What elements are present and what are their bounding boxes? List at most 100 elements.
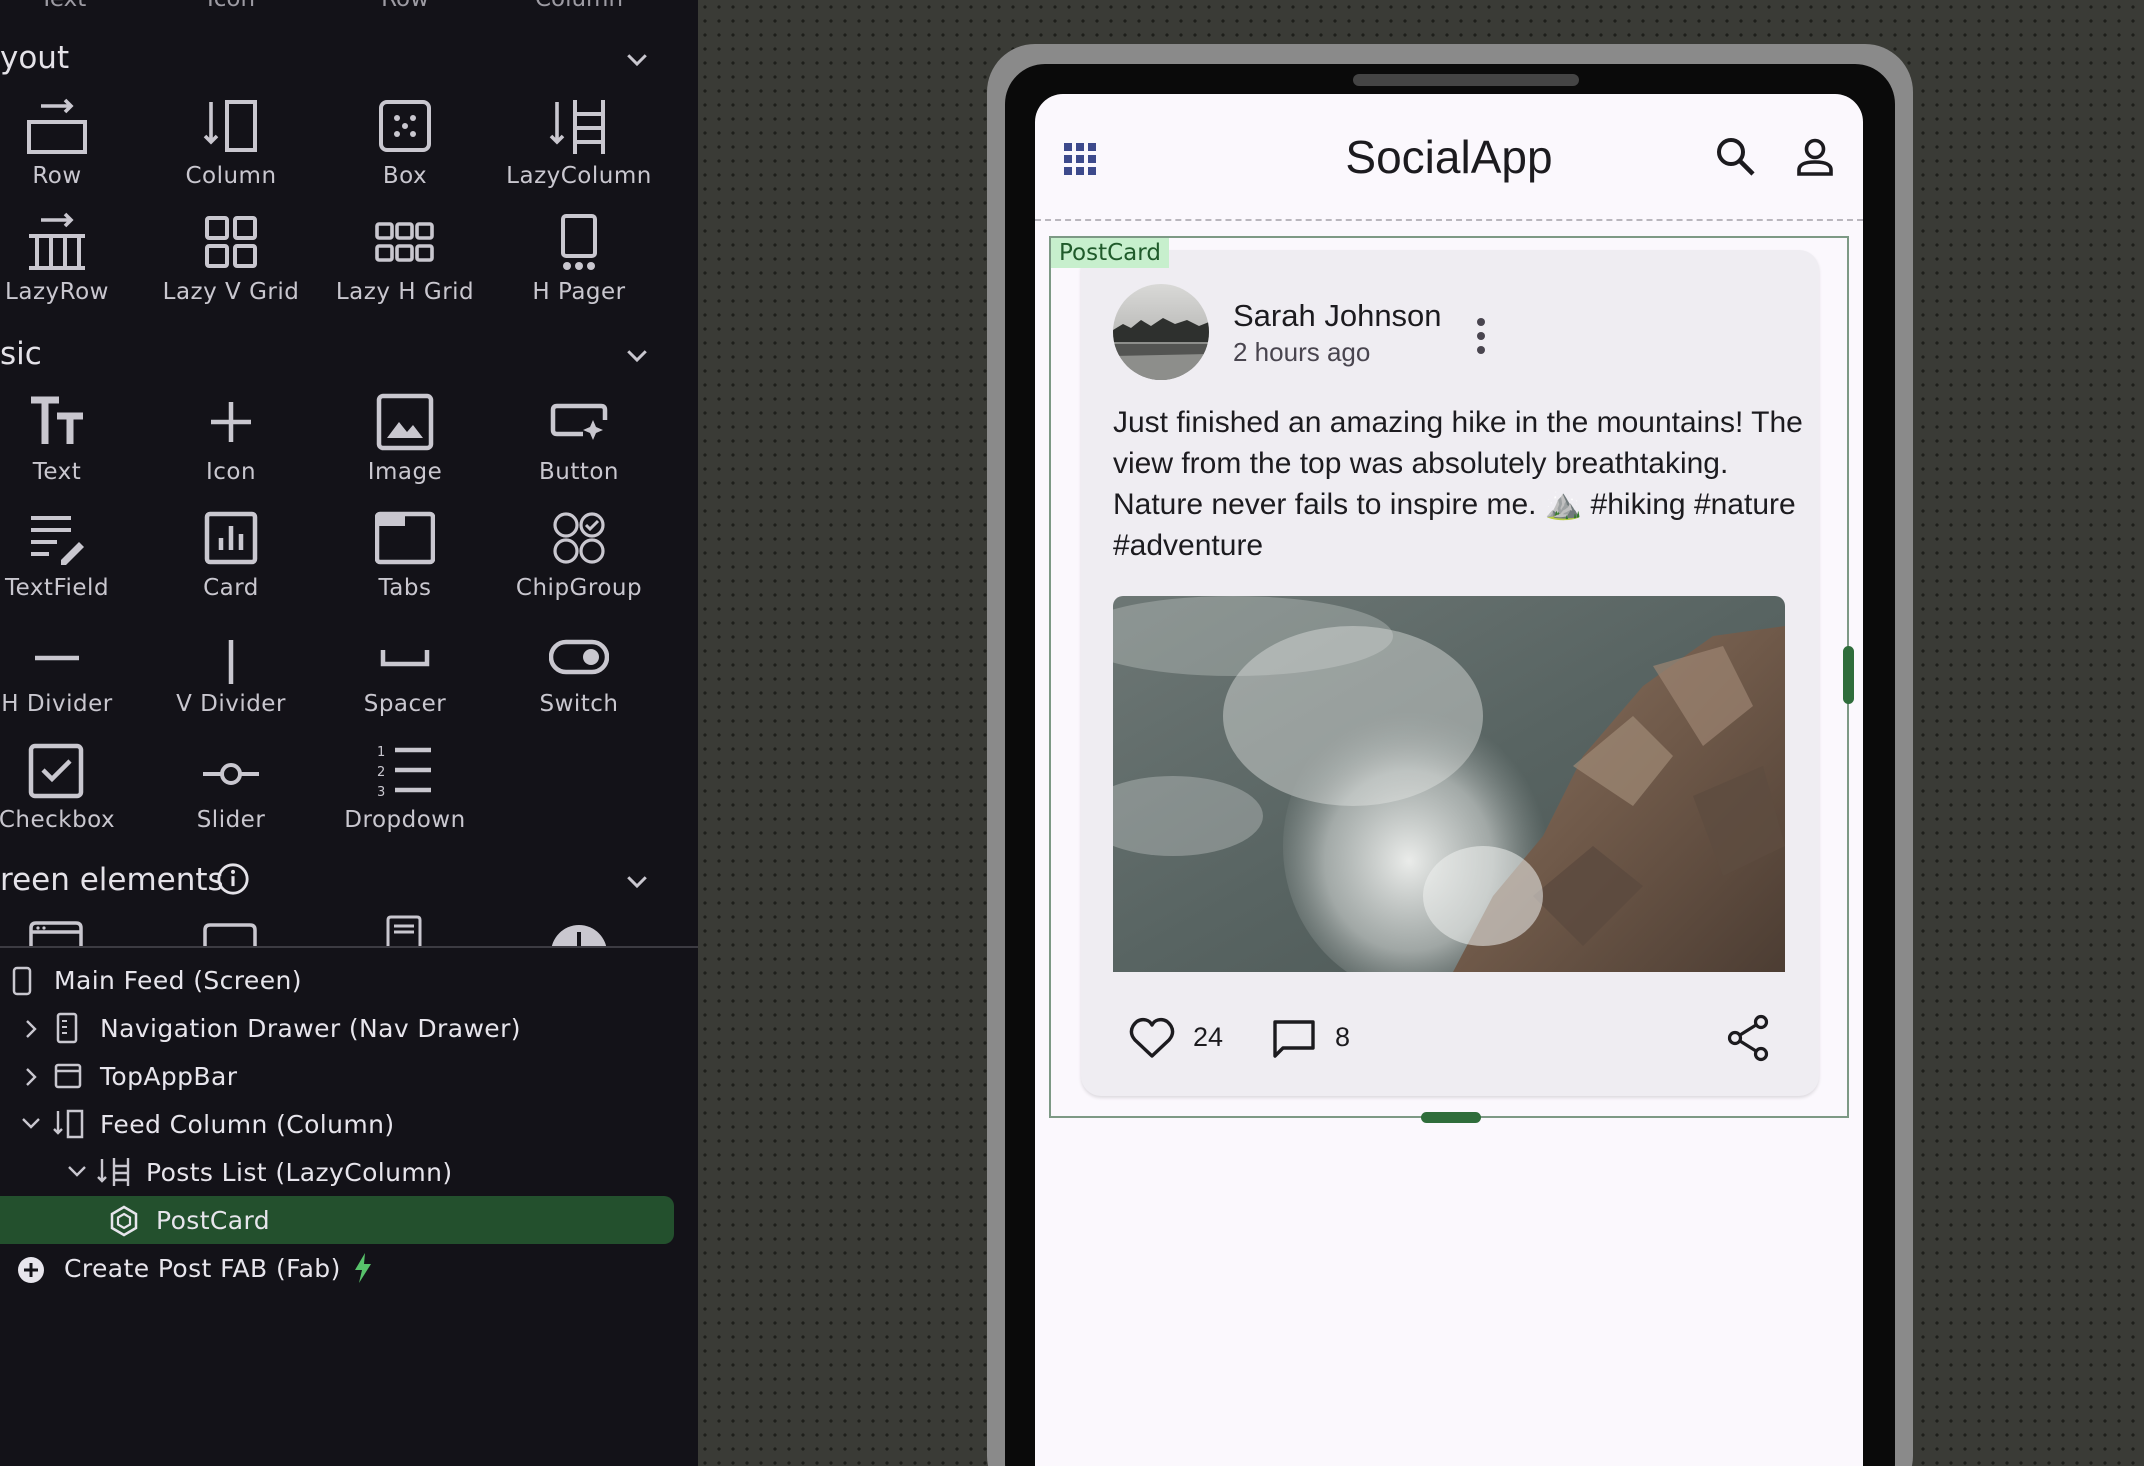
tree-item-feed-column[interactable]: Feed Column (Column) (0, 1100, 674, 1148)
svg-text:1: 1 (377, 745, 385, 760)
phone-frame: SocialApp Sarah Johnson 2 hours ago Just… (987, 44, 1913, 1466)
palette-item-lazyrow[interactable]: LazyRow (0, 212, 144, 328)
more-vert-icon[interactable] (1469, 316, 1493, 356)
palette-item-card[interactable]: Card (144, 508, 318, 624)
palette-cut-label: Row (318, 0, 492, 12)
tree-item-label: Posts List (LazyColumn) (146, 1158, 453, 1187)
vertical-divider-icon (228, 640, 234, 684)
box-icon (379, 100, 431, 152)
layout-section-header[interactable]: yout (0, 28, 698, 88)
post-photo (1113, 596, 1785, 972)
resize-handle-bottom[interactable] (1421, 1112, 1481, 1123)
palette-item-checkbox[interactable]: Checkbox (0, 740, 144, 856)
add-circle-icon[interactable] (550, 924, 608, 946)
tree-item-topappbar[interactable]: TopAppBar (0, 1052, 674, 1100)
tree-item-label: Create Post FAB (Fab) (64, 1254, 341, 1283)
horizontal-grid-icon (375, 222, 434, 262)
svg-text:3: 3 (377, 785, 385, 800)
row-icon (27, 98, 87, 154)
account-icon[interactable] (1795, 136, 1835, 178)
component-tree: Main Feed (Screen) Navigation Drawer (Na… (0, 946, 698, 1466)
tree-item-label: Main Feed (Screen) (54, 966, 302, 995)
tree-item-posts-list[interactable]: Posts List (LazyColumn) (0, 1148, 674, 1196)
palette-item-row[interactable]: Row (0, 96, 144, 212)
lightning-icon (355, 1253, 371, 1283)
chevron-down-icon[interactable] (20, 1114, 42, 1134)
plus-icon (211, 402, 251, 442)
column-icon (203, 100, 257, 152)
lazyrow-icon (29, 212, 85, 270)
palette-item-switch[interactable]: Switch (492, 624, 666, 740)
chipgroup-icon (553, 512, 605, 564)
app-bar-divider (1035, 219, 1863, 221)
palette-item-spacer[interactable]: Spacer (318, 624, 492, 740)
palette-item-dropdown[interactable]: 1 2 3 Dropdown (318, 740, 492, 856)
tree-item-create-post-fab[interactable]: Create Post FAB (Fab) (0, 1244, 674, 1292)
chevron-down-icon (627, 350, 647, 363)
document-icon[interactable] (384, 914, 424, 946)
palette-item-label: Dropdown (344, 807, 466, 833)
resize-handle-right[interactable] (1843, 646, 1854, 704)
palette-item-lazycolumn[interactable]: LazyColumn (492, 96, 666, 212)
lazycolumn-icon (97, 1158, 130, 1186)
palette-item-icon[interactable]: Icon (144, 392, 318, 508)
column-icon (53, 1109, 84, 1139)
postcard-selection-box[interactable]: Sarah Johnson 2 hours ago Just finished … (1049, 236, 1854, 1123)
like-count: 24 (1193, 1022, 1224, 1052)
tree-item-main-feed[interactable]: Main Feed (Screen) (0, 956, 674, 1004)
tree-item-navigation-drawer[interactable]: Navigation Drawer (Nav Drawer) (0, 1004, 674, 1052)
tree-item-label: TopAppBar (100, 1062, 238, 1091)
palette-item-label: LazyColumn (506, 163, 652, 189)
post-image[interactable] (1113, 596, 1785, 972)
palette-item-label: H Pager (532, 279, 626, 305)
tree-item-label: PostCard (156, 1206, 270, 1235)
palette-item-image[interactable]: Image (318, 392, 492, 508)
layout-section-title: yout (0, 40, 70, 76)
browser-window-icon[interactable] (28, 920, 84, 946)
chevron-down-icon[interactable] (66, 1162, 88, 1182)
post-author: Sarah Johnson (1233, 298, 1442, 333)
palette-item-h-pager[interactable]: H Pager (492, 212, 666, 328)
tree-item-postcard[interactable]: PostCard (0, 1196, 674, 1244)
image-icon (376, 393, 434, 451)
comment-count: 8 (1335, 1022, 1351, 1052)
palette-item-slider[interactable]: Slider (144, 740, 318, 856)
favorite-icon[interactable] (1129, 1016, 1175, 1060)
info-icon[interactable] (216, 862, 250, 896)
palette-item-lazy-h-grid[interactable]: Lazy H Grid (318, 212, 492, 328)
post-card[interactable]: Sarah Johnson 2 hours ago Just finished … (1081, 250, 1819, 1096)
avatar[interactable] (1113, 284, 1209, 380)
palette-item-tabs[interactable]: Tabs (318, 508, 492, 624)
comment-icon[interactable] (1271, 1016, 1317, 1062)
share-icon[interactable] (1725, 1014, 1771, 1062)
palette-item-h-divider[interactable]: H Divider (0, 624, 144, 740)
chevron-down-icon (627, 54, 647, 67)
button-icon (550, 403, 608, 440)
chevron-right-icon[interactable] (22, 1018, 40, 1040)
component-palette: Text Icon Row Column yout Row Column Box… (0, 0, 698, 1466)
tree-item-label: Feed Column (Column) (100, 1110, 395, 1139)
palette-item-text[interactable]: Text (0, 392, 144, 508)
palette-item-button[interactable]: Button (492, 392, 666, 508)
palette-item-lazy-v-grid[interactable]: Lazy V Grid (144, 212, 318, 328)
lazycolumn-icon (549, 100, 605, 154)
palette-item-chipgroup[interactable]: ChipGroup (492, 508, 666, 624)
window-icon[interactable] (202, 922, 258, 946)
grid-icon (205, 216, 257, 268)
design-canvas: SocialApp Sarah Johnson 2 hours ago Just… (698, 0, 2144, 1466)
palette-cut-label: Column (492, 0, 666, 12)
chevron-right-icon[interactable] (22, 1066, 40, 1088)
search-icon[interactable] (1715, 136, 1757, 178)
palette-item-column[interactable]: Column (144, 96, 318, 212)
palette-item-box[interactable]: Box (318, 96, 492, 212)
textfield-icon (31, 516, 84, 565)
basic-section-header[interactable]: sic (0, 324, 698, 384)
post-body-text: Just finished an amazing hike in the mou… (1113, 406, 1803, 562)
screen-elements-section-header[interactable]: reen elements (0, 850, 698, 910)
top-app-bar[interactable]: SocialApp (1035, 94, 1863, 222)
card-icon (204, 511, 258, 565)
palette-item-textfield[interactable]: TextField (0, 508, 144, 624)
palette-cut-label: Icon (144, 0, 318, 12)
phone-screen: SocialApp Sarah Johnson 2 hours ago Just… (1035, 94, 1863, 1466)
palette-item-v-divider[interactable]: V Divider (144, 624, 318, 740)
